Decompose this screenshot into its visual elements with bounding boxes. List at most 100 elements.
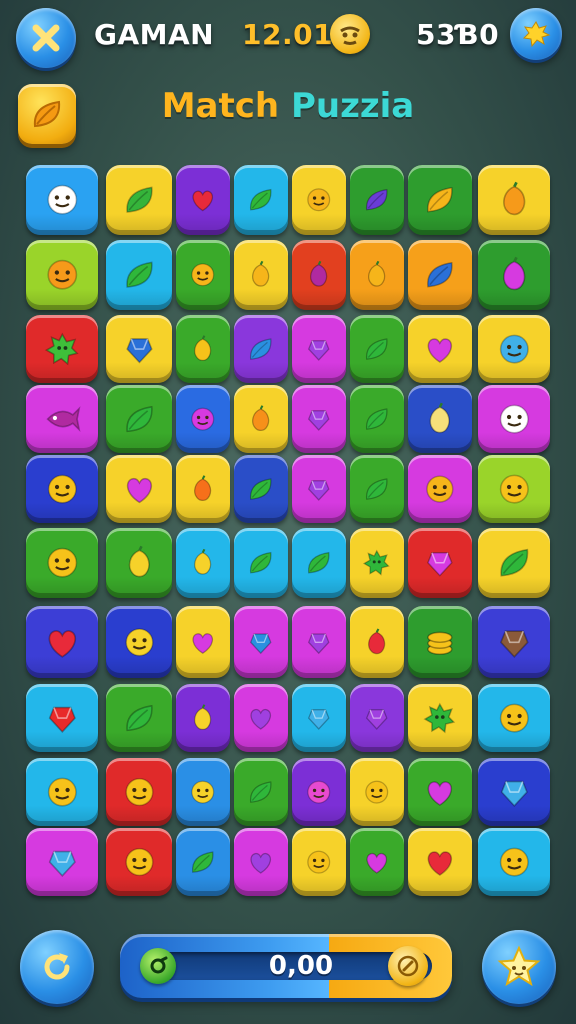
tile-leaf-r6c4[interactable] (234, 528, 288, 598)
tile-heart-r1c3[interactable] (176, 165, 230, 235)
tile-leaf-r1c7[interactable] (408, 165, 472, 235)
leaf-icon (308, 552, 330, 574)
tile-fruit-r1c8[interactable] (478, 165, 550, 235)
gem-icon (308, 410, 330, 431)
tile-gem-r7c8[interactable] (478, 606, 550, 678)
tile-face-r10c8[interactable] (478, 828, 550, 896)
tile-face-r9c5[interactable] (292, 758, 346, 826)
star-icon (497, 945, 541, 987)
tile-heart-r9c7[interactable] (408, 758, 472, 826)
tile-fruit-r2c6[interactable] (350, 240, 404, 310)
tile-leaf-r4c2[interactable] (106, 385, 172, 453)
tile-face-r1c1[interactable] (26, 165, 98, 235)
tile-leaf-r6c8[interactable] (478, 528, 550, 598)
tile-fruit-r4c7[interactable] (408, 385, 472, 453)
tile-fish-r4c1[interactable] (26, 385, 98, 453)
tile-splat-r8c7[interactable] (408, 684, 472, 752)
tile-gem-r8c1[interactable] (26, 684, 98, 752)
tile-face-r5c8[interactable] (478, 455, 550, 523)
tile-fruit-r5c3[interactable] (176, 455, 230, 523)
tile-gem-r5c5[interactable] (292, 455, 346, 523)
tile-heart-r10c7[interactable] (408, 828, 472, 896)
tile-face-r10c2[interactable] (106, 828, 172, 896)
tile-gem-r3c5[interactable] (292, 315, 346, 383)
gem-icon (308, 340, 330, 361)
tile-face-r1c5[interactable] (292, 165, 346, 235)
fruit-icon (429, 402, 451, 434)
tile-leaf-r8c2[interactable] (106, 684, 172, 752)
heart-icon (250, 852, 272, 874)
tile-face-r3c8[interactable] (478, 315, 550, 383)
tile-gem-r3c2[interactable] (106, 315, 172, 383)
refresh-button[interactable] (20, 930, 94, 1004)
tile-leaf-r1c4[interactable] (234, 165, 288, 235)
tile-fruit-r2c5[interactable] (292, 240, 346, 310)
face-icon (47, 185, 77, 215)
tile-heart-r7c1[interactable] (26, 606, 98, 678)
face-icon (307, 780, 331, 804)
tile-leaf-r1c6[interactable] (350, 165, 404, 235)
tile-face-r10c5[interactable] (292, 828, 346, 896)
tile-gem-r10c1[interactable] (26, 828, 98, 896)
tile-gem-r8c5[interactable] (292, 684, 346, 752)
tile-gem-r7c4[interactable] (234, 606, 288, 678)
tile-face-r7c2[interactable] (106, 606, 172, 678)
tile-gem-r7c5[interactable] (292, 606, 346, 678)
tile-face-r6c1[interactable] (26, 528, 98, 598)
tile-fruit-r6c3[interactable] (176, 528, 230, 598)
close-button[interactable] (16, 8, 76, 68)
tile-heart-r5c2[interactable] (106, 455, 172, 523)
tile-gem-r6c7[interactable] (408, 528, 472, 598)
tile-splat-r3c1[interactable] (26, 315, 98, 383)
tile-leaf-r9c4[interactable] (234, 758, 288, 826)
tile-gem-r4c5[interactable] (292, 385, 346, 453)
tile-leaf-r10c3[interactable] (176, 828, 230, 896)
tile-leaf-r1c2[interactable] (106, 165, 172, 235)
game-title: Match Puzzia (0, 86, 576, 126)
tile-face-r8c8[interactable] (478, 684, 550, 752)
star-button[interactable] (482, 930, 556, 1004)
heart-icon (366, 852, 388, 874)
settings-button[interactable] (510, 8, 562, 60)
tile-fruit-r2c8[interactable] (478, 240, 550, 310)
tile-fruit-r2c4[interactable] (234, 240, 288, 310)
tile-fruit-r4c4[interactable] (234, 385, 288, 453)
tile-fruit-r3c3[interactable] (176, 315, 230, 383)
tile-face-r9c1[interactable] (26, 758, 98, 826)
tile-heart-r8c4[interactable] (234, 684, 288, 752)
tile-leaf-r2c7[interactable] (408, 240, 472, 310)
tile-leaf-r3c6[interactable] (350, 315, 404, 383)
tile-heart-r10c6[interactable] (350, 828, 404, 896)
coin-icon (427, 631, 453, 655)
tile-heart-r7c3[interactable] (176, 606, 230, 678)
tile-face-r2c1[interactable] (26, 240, 98, 310)
face-icon (499, 703, 529, 733)
heart-icon (427, 338, 453, 363)
tile-leaf-r6c5[interactable] (292, 528, 346, 598)
tile-face-r9c2[interactable] (106, 758, 172, 826)
tile-leaf-r4c6[interactable] (350, 385, 404, 453)
tile-leaf-r5c4[interactable] (234, 455, 288, 523)
tile-leaf-r2c2[interactable] (106, 240, 172, 310)
tile-leaf-r5c6[interactable] (350, 455, 404, 523)
tile-face-r9c3[interactable] (176, 758, 230, 826)
tile-face-r2c3[interactable] (176, 240, 230, 310)
tile-face-r5c1[interactable] (26, 455, 98, 523)
tile-coin-r7c7[interactable] (408, 606, 472, 678)
tile-face-r4c8[interactable] (478, 385, 550, 453)
heart-icon (427, 851, 453, 876)
tile-face-r5c7[interactable] (408, 455, 472, 523)
game-board (0, 0, 576, 1024)
tile-gem-r9c8[interactable] (478, 758, 550, 826)
face-icon (365, 780, 389, 804)
tile-gem-r8c6[interactable] (350, 684, 404, 752)
tile-leaf-r3c4[interactable] (234, 315, 288, 383)
tile-fruit-r7c6[interactable] (350, 606, 404, 678)
tile-fruit-r8c3[interactable] (176, 684, 230, 752)
tile-heart-r3c7[interactable] (408, 315, 472, 383)
tile-heart-r10c4[interactable] (234, 828, 288, 896)
tile-face-r9c6[interactable] (350, 758, 404, 826)
tile-fruit-r6c2[interactable] (106, 528, 172, 598)
tile-face-r4c3[interactable] (176, 385, 230, 453)
tile-splat-r6c6[interactable] (350, 528, 404, 598)
